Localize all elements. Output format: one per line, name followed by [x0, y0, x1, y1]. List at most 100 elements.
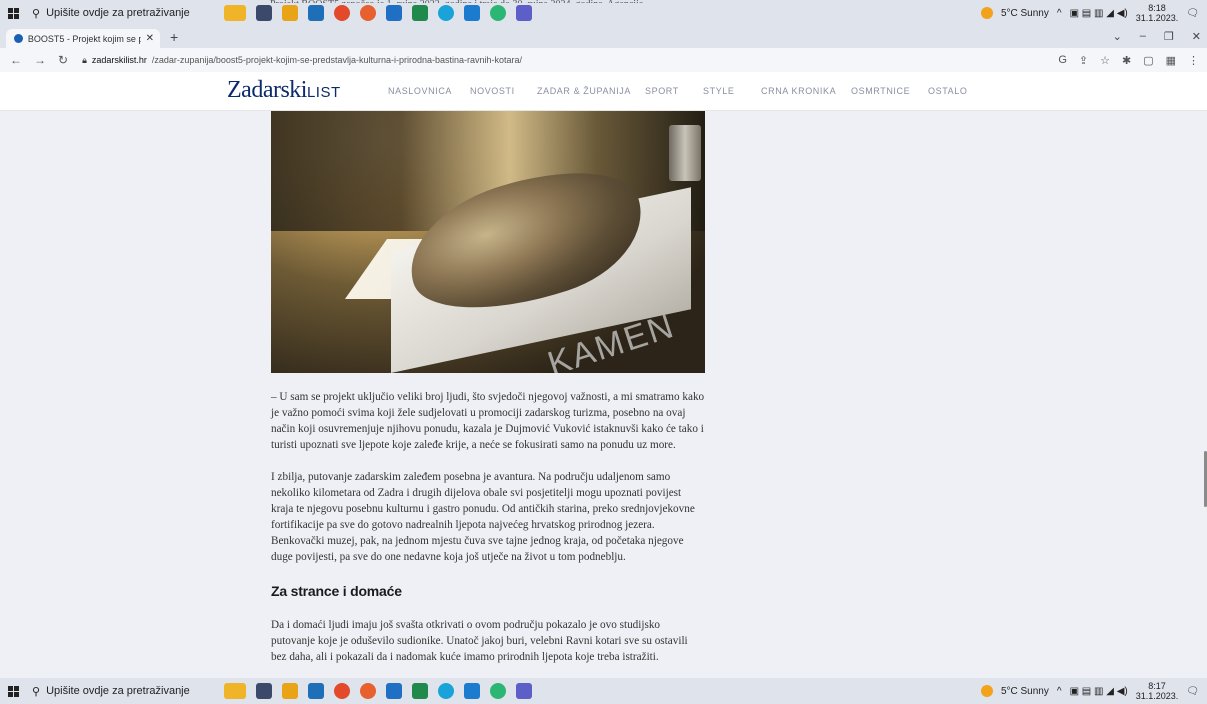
taskbar-top: ⚲ Upišite ovdje za pretraživanje 5°C Sun…: [0, 0, 1207, 26]
article-paragraph: I zbilja, putovanje zadarskim zaleđem po…: [271, 471, 695, 563]
widgets-icon[interactable]: [224, 5, 246, 21]
taskbar-apps: [224, 683, 532, 699]
address-bar: ← → ↻ 🔒︎ zadarskilist.hr/zadar-zupanija/…: [0, 48, 1207, 72]
url-field[interactable]: 🔒︎ zadarskilist.hr/zadar-zupanija/boost5…: [82, 55, 522, 66]
article-subheading: Za strance i domaće: [271, 583, 402, 599]
restore-button[interactable]: ❐: [1164, 30, 1174, 43]
new-tab-button[interactable]: +: [170, 29, 178, 45]
menu-icon[interactable]: ⋮: [1188, 54, 1199, 67]
weather-text[interactable]: 5°C Sunny: [1001, 8, 1049, 19]
toolbar-icons: G ⇪ ☆ ✱ ▢ ▦ ⋮: [1058, 54, 1207, 67]
outlook-icon[interactable]: [464, 5, 480, 21]
tray-icons[interactable]: ▣ ▤ ▥ ◢ ◀): [1070, 686, 1128, 697]
taskbar-search-placeholder: Upišite ovdje za pretraživanje: [46, 7, 190, 19]
back-icon[interactable]: ←: [10, 53, 22, 67]
logo-suffix: LIST: [306, 84, 341, 101]
excel-icon[interactable]: [412, 5, 428, 21]
close-icon[interactable]: ✕: [146, 33, 154, 44]
word-icon[interactable]: [386, 5, 402, 21]
clock-time: 8:18: [1148, 3, 1166, 13]
url-host: zadarskilist.hr: [91, 55, 147, 65]
notification-icon[interactable]: 🗨: [1186, 686, 1199, 697]
clock[interactable]: 8:18 31.1.2023.: [1136, 3, 1179, 23]
share-icon[interactable]: ⇪: [1079, 54, 1088, 67]
clock-time: 8:17: [1148, 681, 1166, 691]
word-icon[interactable]: [386, 683, 402, 699]
extensions-icon[interactable]: ✱: [1122, 54, 1131, 67]
start-button[interactable]: [0, 7, 26, 19]
main-menu: NASLOVNICA NOVOSTI ZADAR & ŽUPANIJA SPOR…: [388, 86, 967, 96]
chevron-down-icon[interactable]: ⌄: [1113, 30, 1122, 43]
task-view-icon[interactable]: [256, 683, 272, 699]
sidepanel-icon[interactable]: ▢: [1143, 54, 1153, 67]
chrome-icon[interactable]: [334, 5, 350, 21]
edge-icon[interactable]: [438, 683, 454, 699]
menu-item-crna-kronika[interactable]: CRNA KRONIKA: [761, 86, 851, 96]
menu-item-novosti[interactable]: NOVOSTI: [470, 86, 537, 96]
teams-icon[interactable]: [516, 683, 532, 699]
clock-date: 31.1.2023.: [1135, 691, 1179, 701]
close-window-button[interactable]: ✕: [1192, 30, 1201, 43]
firefox-icon[interactable]: [360, 5, 376, 21]
article-content: KAMEN – U sam se projekt uključio veliki…: [271, 111, 705, 665]
page-scrollbar[interactable]: [1203, 111, 1207, 678]
start-button[interactable]: [0, 685, 26, 697]
firefox-icon[interactable]: [360, 683, 376, 699]
outlook-icon[interactable]: [464, 683, 480, 699]
file-explorer-icon[interactable]: [282, 5, 298, 21]
reload-icon[interactable]: ↻: [58, 53, 68, 67]
menu-item-osmrtnice[interactable]: OSMRTNICE: [851, 86, 928, 96]
star-icon[interactable]: ☆: [1100, 54, 1110, 67]
edge-icon[interactable]: [438, 5, 454, 21]
system-tray: 5°C Sunny ^ ▣ ▤ ▥ ◢ ◀) 8:17 31.1.2023. 🗨: [980, 681, 1207, 701]
menu-item-sport[interactable]: SPORT: [645, 86, 703, 96]
grammarly-icon[interactable]: [490, 683, 506, 699]
article-paragraph: Da i domaći ljudi imaju još svašta otkri…: [271, 619, 688, 663]
site-logo[interactable]: ZadarskiLIST: [227, 77, 341, 104]
minimize-button[interactable]: –: [1140, 30, 1146, 43]
excel-icon[interactable]: [412, 683, 428, 699]
tab-title: BOOST5 - Projekt kojim se predst: [27, 33, 141, 44]
windows-icon: [7, 7, 19, 19]
menu-item-zadar-zupanija[interactable]: ZADAR & ŽUPANIJA: [537, 86, 645, 96]
windows-icon: [7, 685, 19, 697]
tray-icons[interactable]: ▣ ▤ ▥ ◢ ◀): [1070, 8, 1128, 19]
chrome-icon[interactable]: [334, 683, 350, 699]
taskbar-search[interactable]: ⚲ Upišite ovdje za pretraživanje: [26, 681, 202, 701]
notification-icon[interactable]: 🗨: [1186, 8, 1199, 19]
menu-item-style[interactable]: STYLE: [703, 86, 761, 96]
clock[interactable]: 8:17 31.1.2023.: [1136, 681, 1179, 701]
menu-item-ostalo[interactable]: OSTALO: [928, 86, 967, 96]
browser-tab[interactable]: BOOST5 - Projekt kojim se predst ✕: [6, 29, 160, 48]
weather-icon: [980, 7, 993, 19]
nav-buttons: ← → ↻: [0, 53, 68, 67]
browser-tab-bar: BOOST5 - Projekt kojim se predst ✕ + ⌄ –…: [0, 26, 1207, 48]
logo-main: Zadarski: [227, 77, 307, 103]
task-view-icon[interactable]: [256, 5, 272, 21]
chevron-up-icon[interactable]: ^: [1057, 8, 1062, 19]
store-icon[interactable]: [308, 683, 324, 699]
google-icon[interactable]: G: [1058, 54, 1067, 67]
chevron-up-icon[interactable]: ^: [1057, 686, 1062, 697]
store-icon[interactable]: [308, 5, 324, 21]
weather-text[interactable]: 5°C Sunny: [1001, 686, 1049, 697]
photo-cup: [669, 125, 701, 181]
taskbar-search[interactable]: ⚲ Upišite ovdje za pretraživanje: [26, 3, 202, 23]
taskbar-apps: [224, 5, 532, 21]
widgets-icon[interactable]: [224, 683, 246, 699]
forward-icon[interactable]: →: [34, 53, 46, 67]
file-explorer-icon[interactable]: [282, 683, 298, 699]
search-icon: ⚲: [32, 685, 41, 698]
profile-icon[interactable]: ▦: [1166, 54, 1176, 67]
system-tray: 5°C Sunny ^ ▣ ▤ ▥ ◢ ◀) 8:18 31.1.2023. 🗨: [980, 3, 1207, 23]
search-icon: ⚲: [32, 7, 41, 20]
grammarly-icon[interactable]: [490, 5, 506, 21]
clock-date: 31.1.2023.: [1135, 13, 1179, 23]
lock-icon: 🔒︎: [82, 54, 87, 65]
menu-item-naslovnica[interactable]: NASLOVNICA: [388, 86, 470, 96]
taskbar-bottom: ⚲ Upišite ovdje za pretraživanje 5°C Sun…: [0, 678, 1207, 704]
teams-icon[interactable]: [516, 5, 532, 21]
article-photo: KAMEN: [271, 111, 705, 373]
url-path: /zadar-zupanija/boost5-projekt-kojim-se-…: [151, 55, 523, 65]
favicon-icon: [14, 34, 23, 43]
